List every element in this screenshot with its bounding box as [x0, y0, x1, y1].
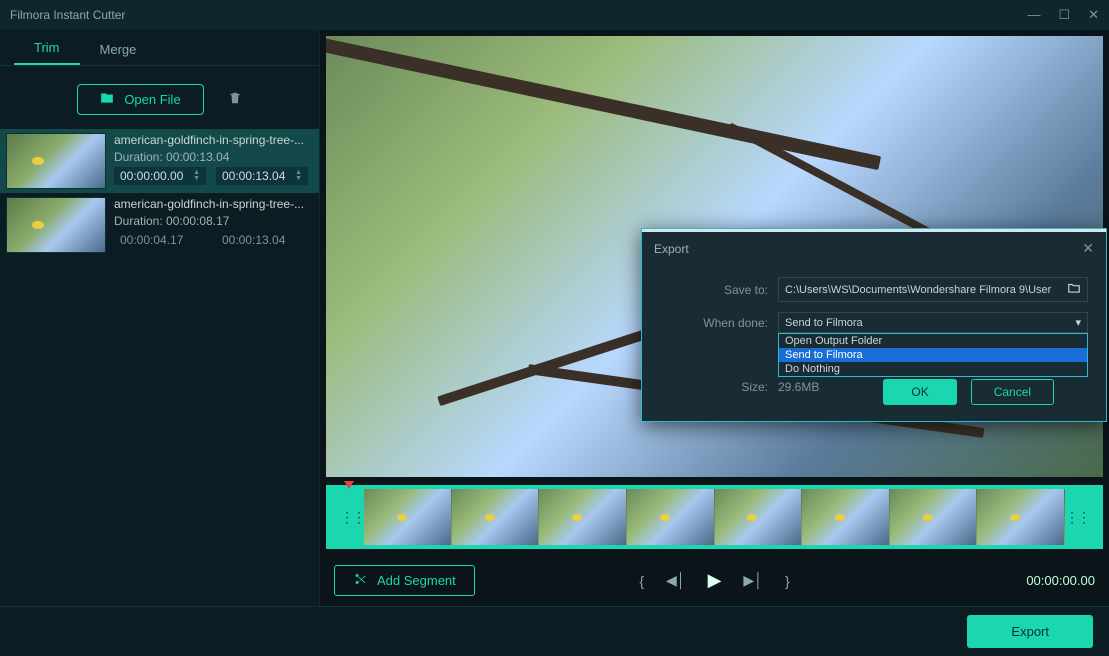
dialog-title: Export	[654, 242, 1082, 256]
clip-item[interactable]: american-goldfinch-in-spring-tree-... Du…	[0, 129, 319, 193]
timeline-frames[interactable]	[364, 489, 1065, 545]
sidebar: Trim Merge Open File american-goldfinch-…	[0, 30, 320, 606]
step-forward-button[interactable]: ▶│	[743, 572, 763, 589]
transport-controls: { ◀│ ▶ ▶│ }	[639, 570, 789, 591]
stepper-icon[interactable]: ▲▼	[193, 170, 200, 182]
clip-item[interactable]: american-goldfinch-in-spring-tree-... Du…	[0, 193, 319, 257]
dialog-body: Save to: C:\Users\WS\Documents\Wondersha…	[642, 265, 1106, 421]
clip-end-readout: 00:00:13.04	[216, 231, 308, 249]
tab-trim[interactable]: Trim	[14, 32, 80, 65]
save-to-row: Save to: C:\Users\WS\Documents\Wondersha…	[660, 277, 1088, 302]
playback-controls: Add Segment { ◀│ ▶ ▶│ } 00:00:00.00	[320, 555, 1109, 606]
clip-thumbnail	[6, 197, 106, 253]
mode-tabs: Trim Merge	[0, 30, 319, 66]
play-button[interactable]: ▶	[708, 570, 722, 591]
clip-thumbnail	[6, 133, 106, 189]
mark-out-button[interactable]: }	[785, 573, 790, 589]
open-file-label: Open File	[124, 92, 180, 107]
clip-duration: Duration: 00:00:13.04	[114, 150, 313, 164]
minimize-button[interactable]: —	[1027, 7, 1040, 23]
timeline[interactable]: ⋮⋮ ⋮⋮	[326, 485, 1103, 549]
size-value: 29.6MB	[778, 380, 819, 394]
window-controls: — ☐ ✕	[1027, 7, 1099, 23]
maximize-button[interactable]: ☐	[1058, 7, 1070, 23]
content: Trim Merge Open File american-goldfinch-…	[0, 30, 1109, 606]
stepper-icon[interactable]: ▲▼	[295, 170, 302, 182]
main-panel: Export ✕ Save to: C:\Users\WS\Documents\…	[320, 30, 1109, 606]
clip-end-input[interactable]: 00:00:13.04 ▲▼	[216, 167, 308, 185]
trim-handle-left[interactable]: ⋮⋮	[340, 509, 364, 526]
clip-name: american-goldfinch-in-spring-tree-...	[114, 133, 313, 147]
chevron-down-icon: ▾	[1075, 316, 1081, 329]
clip-info: american-goldfinch-in-spring-tree-... Du…	[114, 133, 313, 189]
when-done-row: When done: Send to Filmora ▾ Open Output…	[660, 312, 1088, 333]
open-file-button[interactable]: Open File	[77, 84, 203, 115]
dropdown-option[interactable]: Do Nothing	[779, 362, 1087, 376]
ok-button[interactable]: OK	[883, 379, 956, 405]
clip-duration: Duration: 00:00:08.17	[114, 214, 313, 228]
save-to-path-field[interactable]: C:\Users\WS\Documents\Wondershare Filmor…	[778, 277, 1088, 302]
add-segment-button[interactable]: Add Segment	[334, 565, 475, 596]
clip-start-input[interactable]: 00:00:00.00 ▲▼	[114, 167, 206, 185]
dialog-header: Export ✕	[642, 232, 1106, 265]
playhead-marker[interactable]	[344, 481, 354, 489]
when-done-select[interactable]: Send to Filmora ▾ Open Output Folder Sen…	[778, 312, 1088, 333]
open-file-row: Open File	[0, 66, 319, 129]
cancel-button[interactable]: Cancel	[971, 379, 1054, 405]
save-to-label: Save to:	[660, 283, 768, 297]
when-done-dropdown: Open Output Folder Send to Filmora Do No…	[778, 333, 1088, 377]
footer: Export	[0, 606, 1109, 656]
dropdown-option[interactable]: Send to Filmora	[779, 348, 1087, 362]
size-label: Size:	[660, 380, 768, 394]
mark-in-button[interactable]: {	[639, 573, 644, 589]
timeline-container: ⋮⋮ ⋮⋮	[326, 485, 1103, 549]
trim-handle-right[interactable]: ⋮⋮	[1065, 509, 1089, 526]
add-segment-label: Add Segment	[377, 573, 456, 588]
step-back-button[interactable]: ◀│	[666, 572, 686, 589]
dropdown-option[interactable]: Open Output Folder	[779, 334, 1087, 348]
clip-time-row: 00:00:04.17 00:00:13.04	[114, 231, 313, 249]
dialog-buttons: OK Cancel	[883, 379, 1054, 405]
clip-time-row: 00:00:00.00 ▲▼ 00:00:13.04 ▲▼	[114, 167, 313, 185]
tab-merge[interactable]: Merge	[80, 34, 157, 65]
export-button[interactable]: Export	[967, 615, 1093, 648]
scissors-icon	[353, 572, 367, 589]
when-done-label: When done:	[660, 316, 768, 330]
playhead-time: 00:00:00.00	[1026, 573, 1095, 588]
export-dialog: Export ✕ Save to: C:\Users\WS\Documents\…	[641, 228, 1107, 422]
clip-info: american-goldfinch-in-spring-tree-... Du…	[114, 197, 313, 253]
close-button[interactable]: ✕	[1088, 7, 1099, 23]
titlebar: Filmora Instant Cutter — ☐ ✕	[0, 0, 1109, 30]
clip-name: american-goldfinch-in-spring-tree-...	[114, 197, 313, 211]
folder-icon	[100, 91, 114, 108]
clip-start-readout: 00:00:04.17	[114, 231, 206, 249]
browse-folder-icon[interactable]	[1067, 281, 1081, 298]
window-title: Filmora Instant Cutter	[10, 8, 1027, 22]
dialog-close-button[interactable]: ✕	[1082, 240, 1094, 257]
delete-button[interactable]	[228, 91, 242, 109]
